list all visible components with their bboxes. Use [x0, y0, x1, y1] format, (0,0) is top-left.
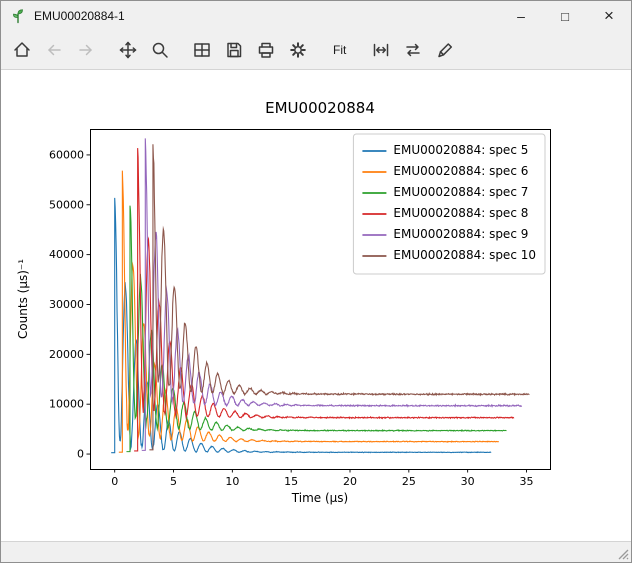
superplot-button[interactable] — [398, 35, 428, 65]
pen-icon — [435, 40, 455, 60]
pan-button[interactable] — [113, 35, 143, 65]
minimize-button[interactable]: – — [499, 1, 543, 31]
figure-area — [1, 70, 631, 541]
close-button[interactable]: × — [587, 1, 631, 31]
save-button[interactable] — [219, 35, 249, 65]
resize-grip-icon[interactable] — [617, 548, 629, 560]
back-button[interactable] — [39, 35, 69, 65]
gear-icon — [288, 40, 308, 60]
back-arrow-icon — [44, 40, 64, 60]
titlebar[interactable]: EMU00020884-1 – □ × — [1, 1, 631, 31]
app-icon — [9, 7, 27, 25]
plot-canvas[interactable] — [10, 73, 622, 539]
options-button[interactable] — [283, 35, 313, 65]
subplots-button[interactable] — [187, 35, 217, 65]
generate-script-button[interactable] — [430, 35, 460, 65]
fit-button[interactable]: Fit — [325, 35, 354, 65]
home-button[interactable] — [7, 35, 37, 65]
window-controls: – □ × — [499, 1, 631, 31]
plot-window: EMU00020884-1 – □ × — [0, 0, 632, 563]
magnifier-icon — [150, 40, 170, 60]
pan-move-icon — [118, 40, 138, 60]
statusbar — [1, 541, 631, 562]
swap-arrows-icon — [403, 40, 423, 60]
print-button[interactable] — [251, 35, 281, 65]
forward-arrow-icon — [76, 40, 96, 60]
window-title: EMU00020884-1 — [34, 9, 499, 23]
floppy-save-icon — [224, 40, 244, 60]
forward-button[interactable] — [71, 35, 101, 65]
home-icon — [12, 40, 32, 60]
grid-icon — [192, 40, 212, 60]
zoom-button[interactable] — [145, 35, 175, 65]
toolbar: Fit — [1, 31, 631, 70]
bracketed-arrows-icon — [371, 40, 391, 60]
axes-range-button[interactable] — [366, 35, 396, 65]
printer-icon — [256, 40, 276, 60]
maximize-button[interactable]: □ — [543, 1, 587, 31]
